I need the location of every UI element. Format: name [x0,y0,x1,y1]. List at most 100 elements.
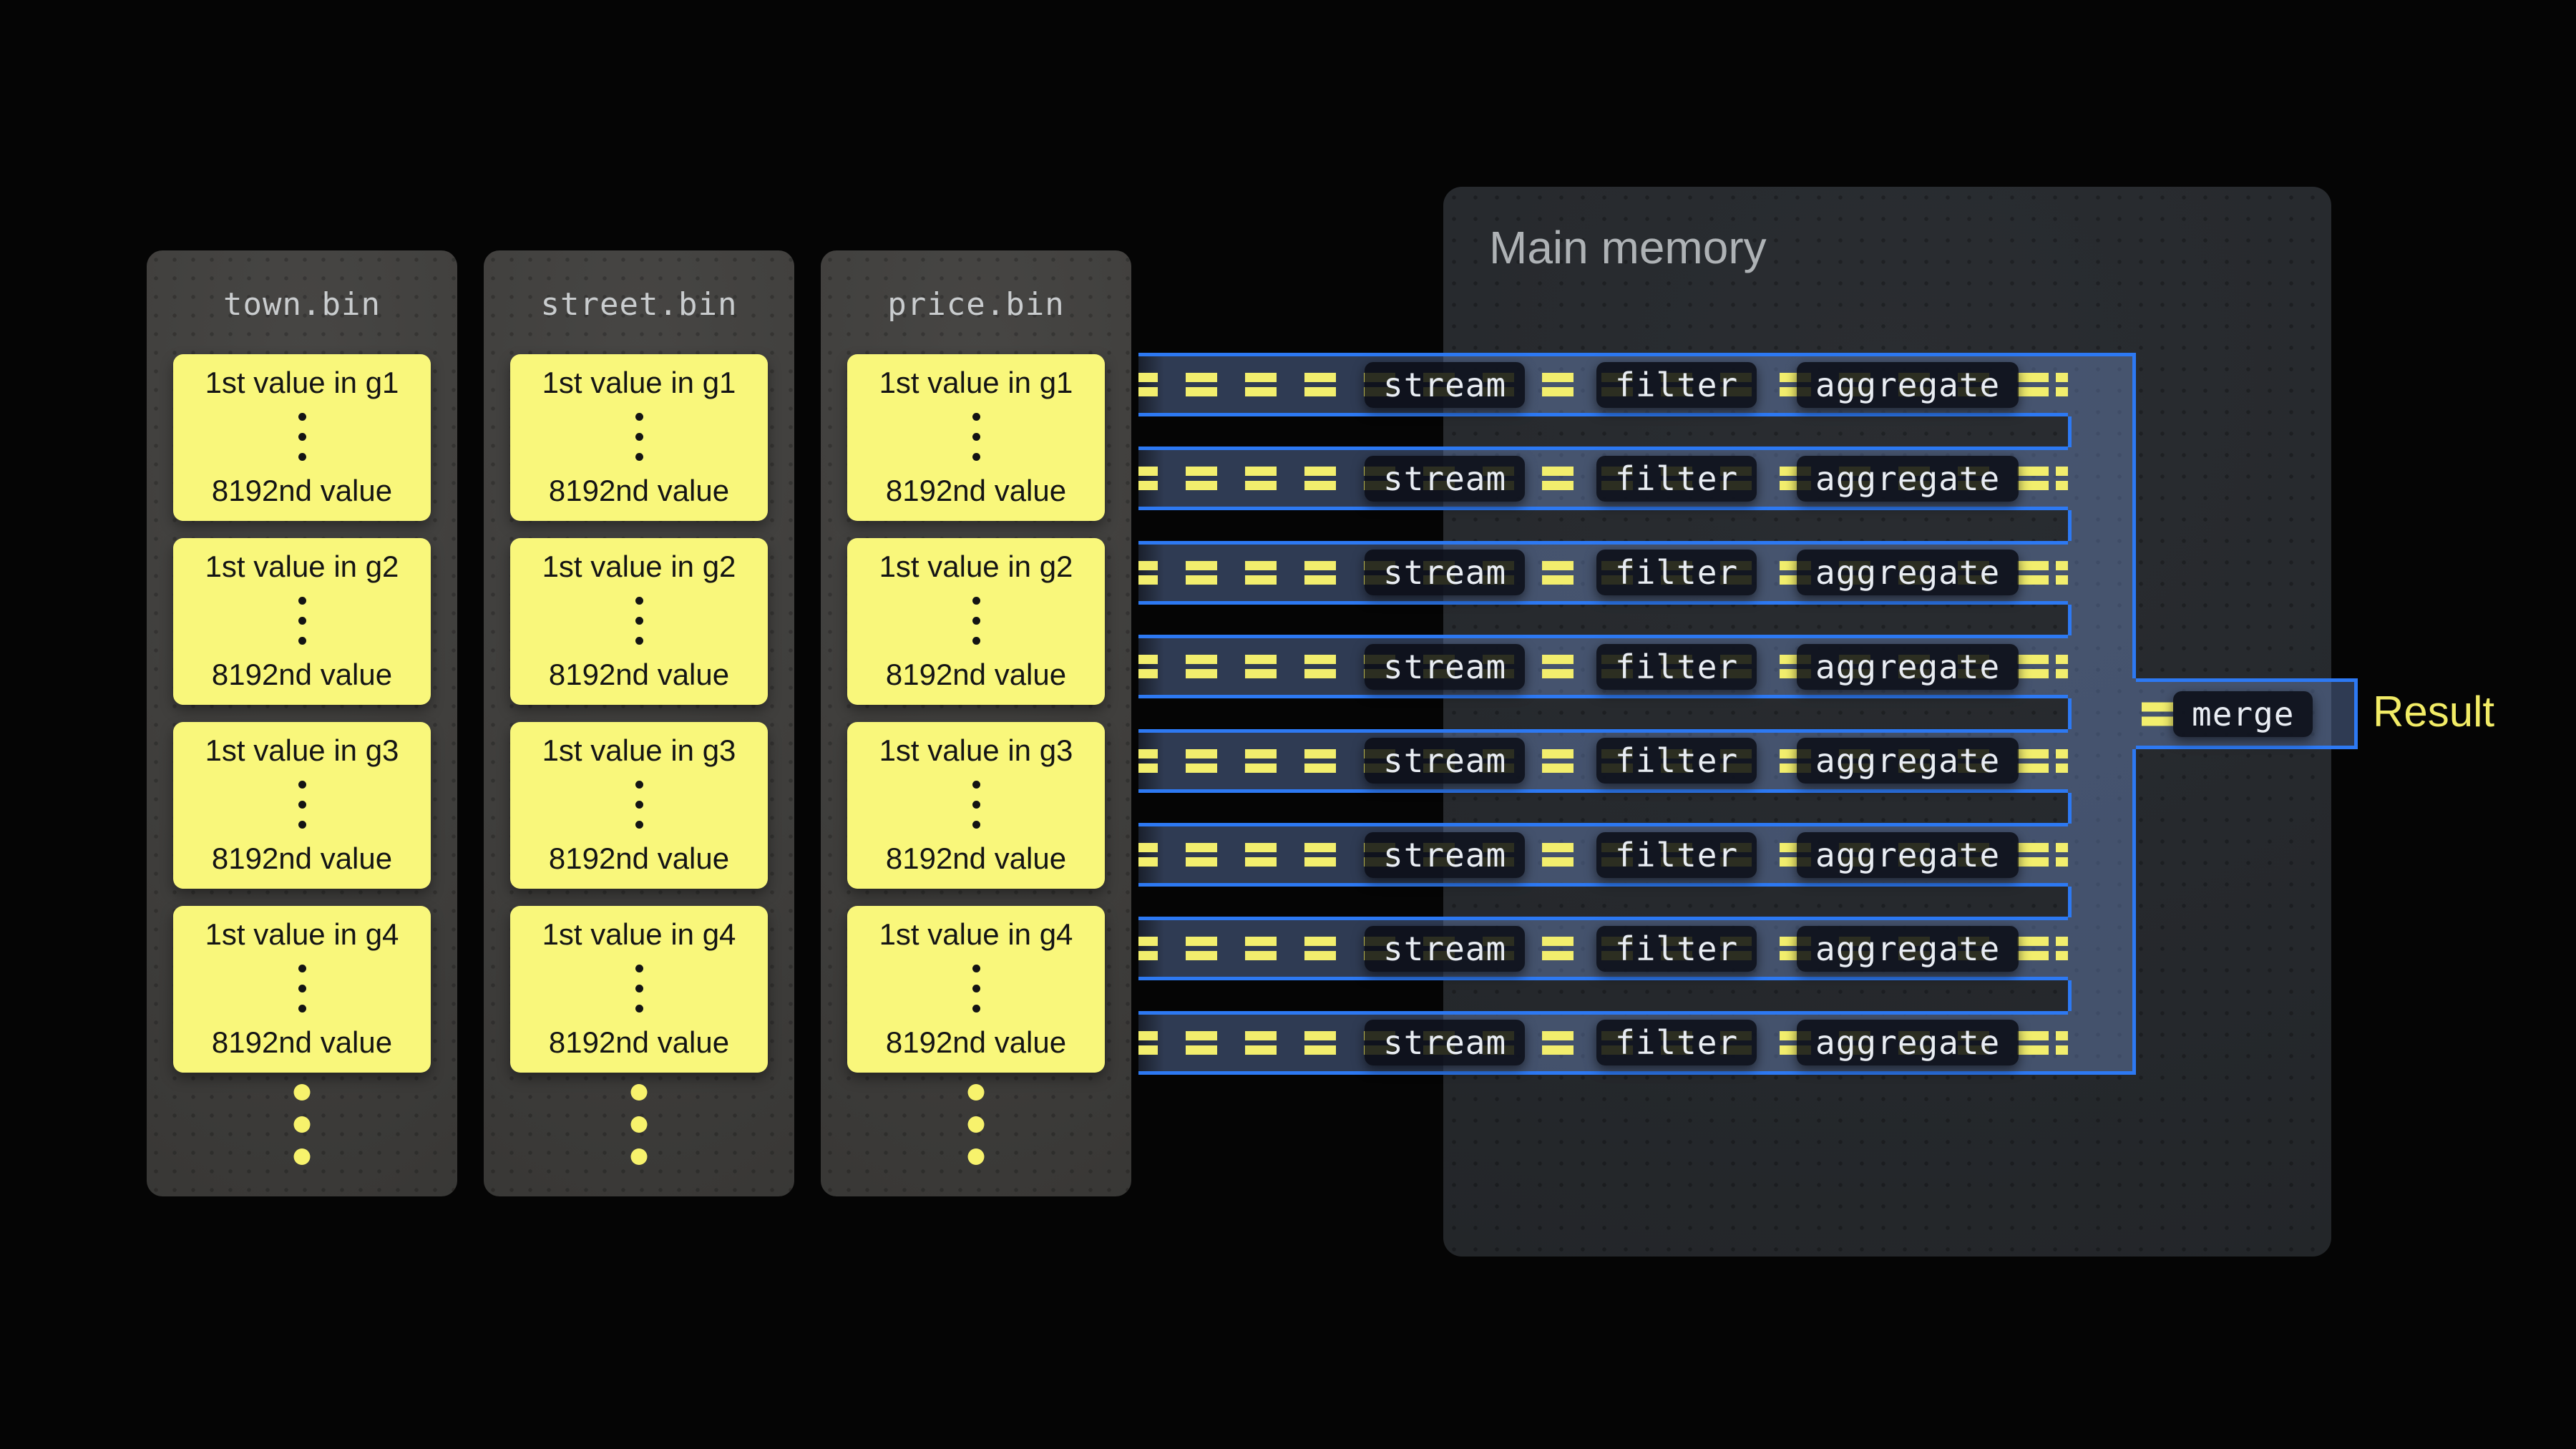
block-ellipsis-dot [635,801,643,809]
block-ellipsis [298,781,306,829]
block-ellipsis [635,965,643,1013]
file-title: town.bin [147,286,457,323]
main-memory-title: Main memory [1489,221,1767,274]
block-ellipsis-dot [972,965,980,972]
file-ellipsis-dot [968,1084,985,1101]
block-last-line: 8192nd value [212,1025,392,1060]
block-ellipsis-dot [972,801,980,809]
block-ellipsis-dot [298,821,306,829]
stage-badge-aggregate: aggregate [1797,1020,2019,1065]
pipeline-gap-border [2068,416,2072,447]
stage-badge-stream: stream [1365,832,1525,878]
pipeline-row: stream filter aggregate [1138,823,2068,887]
block-ellipsis-dot [635,413,643,421]
block-ellipsis-dot [298,965,306,972]
value-block: 1st value in g3 8192nd value [847,722,1105,889]
stage-badge-aggregate: aggregate [1797,550,2019,595]
block-last-line: 8192nd value [549,1025,729,1060]
stage-badge-filter: filter [1596,832,1757,878]
block-last-line: 8192nd value [886,1025,1066,1060]
block-ellipsis-dot [298,801,306,809]
pipeline-spine [2068,353,2136,1075]
block-first-line: 1st value in g3 [879,733,1073,768]
stage-badge-filter: filter [1596,644,1757,690]
value-block: 1st value in g38192nd value [173,722,431,889]
block-ellipsis-dot [635,433,643,441]
block-ellipsis-dot [298,617,306,625]
block-ellipsis-dot [972,617,980,625]
file-title: price.bin [821,286,1131,323]
value-block: 1st value in g18192nd value [847,354,1105,521]
pipeline-row: streamfilteraggregate [1138,353,2068,416]
pipeline-row: stream filter aggregate [1138,635,2068,698]
block-ellipsis [972,413,980,461]
stage-badge-aggregate: aggregate [1797,456,2019,502]
file-panel: town.bin 1st value in g18192nd value 1st v… [147,250,457,1196]
stage-badge-aggregate: aggregate [1797,644,2019,690]
block-ellipsis-dot [298,597,306,605]
value-block: 1st value in g28192nd value [510,538,768,705]
block-ellipsis [298,597,306,645]
block-ellipsis-dot [298,1005,306,1013]
stage-badge-filter: filter [1596,738,1757,784]
stage-badge-stream: stream [1365,456,1525,502]
block-ellipsis-dot [635,453,643,461]
stage-badge-aggregate: aggregate [1797,832,2019,878]
block-ellipsis [635,781,643,829]
value-block: 1st value in g18192nd value [173,354,431,521]
merge-channel: merge [2136,678,2358,749]
block-ellipsis-dot [635,1005,643,1013]
file-ellipsis-dot [631,1084,648,1101]
block-last-line: 8192nd value [549,841,729,876]
block-last-line: 8192nd value [212,841,392,876]
file-ellipsis [631,1084,648,1165]
block-ellipsis [972,781,980,829]
stage-badge-filter: filter [1596,362,1757,408]
block-ellipsis-dot [298,453,306,461]
block-ellipsis [972,597,980,645]
stage-badge-stream: stream [1365,1020,1525,1065]
pipeline: merge streamfilteraggregatestreamfiltera… [1138,353,2136,1075]
block-ellipsis-dot [972,985,980,992]
stage-badge-filter: filter [1596,926,1757,972]
block-last-line: 8192nd value [886,474,1066,508]
stage-badge-stream: stream [1365,644,1525,690]
block-ellipsis-dot [972,781,980,789]
file-panel: street.bin1st value in g18192nd value1st… [484,250,794,1196]
value-block: 1st value in g4 8192nd value [847,906,1105,1073]
block-first-line: 1st value in g2 [542,550,736,584]
pipeline-gap-border [2068,605,2072,635]
block-last-line: 8192nd value [886,658,1066,692]
value-block: 1st value in g38192nd value [510,722,768,889]
file-ellipsis [968,1084,985,1165]
file-ellipsis-dot [631,1148,648,1165]
block-last-line: 8192nd value [886,841,1066,876]
block-ellipsis-dot [635,965,643,972]
pipeline-row: streamfilteraggregate [1138,729,2068,793]
value-block: 1st value in g18192nd value [510,354,768,521]
block-last-line: 8192nd value [212,658,392,692]
block-first-line: 1st value in g4 [879,917,1073,952]
value-block: 1st value in g28192nd value [173,538,431,705]
stage-badge-aggregate: aggregate [1797,362,2019,408]
block-ellipsis-dot [972,597,980,605]
block-ellipsis-dot [972,1005,980,1013]
block-ellipsis-dot [972,637,980,645]
block-ellipsis-dot [635,821,643,829]
file-ellipsis-dot [968,1116,985,1133]
block-first-line: 1st value in g4 [542,917,736,952]
block-ellipsis-dot [635,781,643,789]
pipeline-gap-border [2068,698,2072,729]
stage-badge-filter: filter [1596,456,1757,502]
value-block: 1st value in g48192nd value [173,906,431,1073]
file-ellipsis-dot [294,1084,311,1101]
block-ellipsis-dot [972,433,980,441]
pipeline-spine-right-border-bottom [2132,749,2136,1075]
stage-badge-filter: filter [1596,550,1757,595]
pipeline-gap-border [2068,510,2072,541]
value-block: 1st value in g4 8192nd value [510,906,768,1073]
block-ellipsis-dot [972,821,980,829]
result-label: Result [2373,687,2494,737]
file-ellipsis-dot [631,1116,648,1133]
file-ellipsis [294,1084,311,1165]
